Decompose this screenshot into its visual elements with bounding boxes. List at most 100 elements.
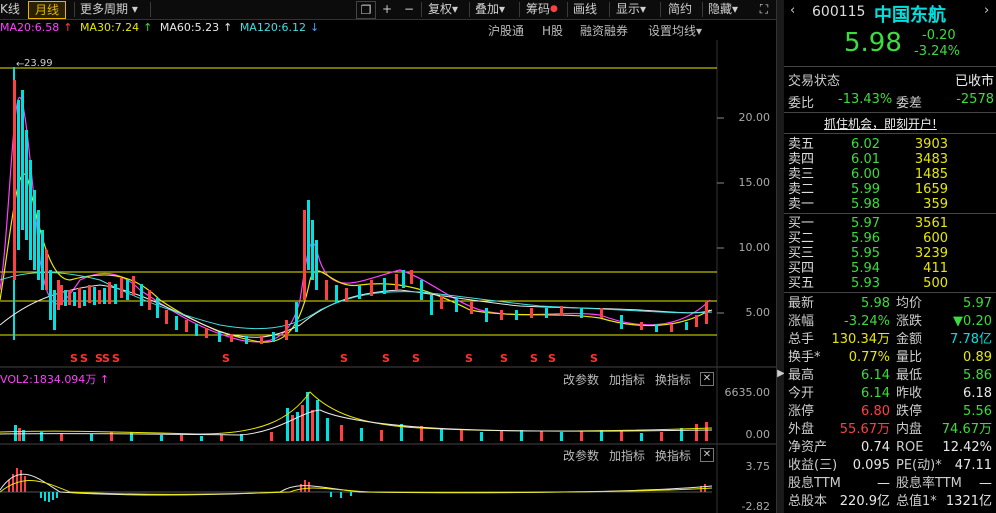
stat-label: 总值1* [896, 494, 937, 509]
zoom-out-icon[interactable]: − [400, 0, 418, 19]
stat-row: 净资产 0.74 ROE 12.42% [788, 439, 994, 457]
copy-icon[interactable]: ❐ [356, 1, 376, 19]
volume-axis-min: 0.00 [745, 428, 771, 441]
stat-row: 涨停 6.80 跌停 5.56 [788, 403, 994, 421]
chevron-down-icon: ▾ [452, 2, 459, 16]
svg-text:S: S [548, 352, 556, 365]
volume-label: VOL2:1834.094万 ↑ [0, 373, 110, 386]
stat-row: 今开 6.14 昨收 6.18 [788, 385, 994, 403]
order-book-row: 买四 5.94 411 [788, 261, 948, 276]
fullscreen-icon[interactable]: ⛶ [754, 0, 774, 19]
svg-text:S: S [412, 352, 420, 365]
stat-label: 涨停 [788, 404, 815, 419]
stock-code: 600115 [812, 4, 866, 20]
tab-month[interactable]: 月线 [28, 1, 67, 19]
stat-label: 最新 [788, 296, 815, 311]
toolbar-divider [74, 2, 75, 17]
stat-value: 220.9亿 [839, 494, 890, 509]
link-margin[interactable]: 融资融券 [580, 22, 628, 39]
volume-bars [0, 391, 713, 441]
open-account-promo[interactable]: 抓住机会，即刻开户! [824, 115, 937, 132]
order-book-row: 买五 5.93 500 [788, 276, 948, 291]
chevron-down-icon: ▾ [640, 2, 647, 16]
stat-value: 0.74 [861, 440, 890, 455]
stat-row: 收益(三) 0.095 PE(动)* 47.11 [788, 457, 994, 475]
svg-text:S: S [80, 352, 88, 365]
fuquan-dropdown[interactable]: 复权▾ [428, 0, 458, 19]
divider [784, 213, 996, 214]
jianyue-button[interactable]: 简约 [668, 0, 692, 19]
toolbar-divider [469, 2, 470, 17]
yincang-dropdown[interactable]: 隐藏▾ [708, 0, 738, 19]
stat-row: 换手* 0.77% 量比 0.89 [788, 349, 994, 367]
divider [784, 66, 996, 67]
stat-label: 内盘 [896, 422, 923, 437]
svg-text:S: S [382, 352, 390, 365]
ma120-value: MA120:6.12 [239, 21, 307, 34]
price-axis-5: 5.00 [745, 306, 771, 319]
current-price: 5.98 [844, 28, 902, 58]
order-book-row: 买二 5.96 600 [788, 231, 948, 246]
chevron-down-icon: ▾ [696, 24, 703, 38]
stat-value: — [877, 476, 890, 491]
ma30-value: MA30:7.24 [79, 21, 140, 34]
svg-text:S: S [222, 352, 230, 365]
stat-label: 换手* [788, 350, 821, 365]
more-period-dropdown[interactable]: 更多周期 ▾ [80, 0, 138, 19]
zoom-in-icon[interactable]: + [378, 0, 396, 19]
macd-axis-max: 3.75 [745, 460, 771, 473]
order-book-row: 卖一 5.98 359 [788, 197, 948, 212]
close-icon[interactable]: ✕ [700, 372, 714, 386]
diejia-dropdown[interactable]: 叠加▾ [475, 0, 505, 19]
stat-value: 6.18 [963, 386, 992, 401]
link-hgt[interactable]: 沪股通 [488, 22, 524, 39]
stock-name: 中国东航 [874, 5, 946, 26]
kline-chart[interactable]: ← SSSSSSSSSSSSSS [0, 40, 776, 513]
stat-value: -3.24% [844, 314, 890, 329]
stat-value: — [979, 476, 992, 491]
order-book-row: 卖五 6.02 3903 [788, 137, 948, 152]
link-hshare[interactable]: H股 [542, 22, 563, 39]
tab-kline[interactable]: K线 [0, 0, 20, 19]
svg-text:S: S [340, 352, 348, 365]
huaxian-button[interactable]: 画线 [573, 0, 597, 19]
event-markers[interactable]: SSSSSSSSSSSSSS [70, 352, 598, 365]
stat-label: 收益(三) [788, 458, 838, 473]
toolbar-divider [609, 2, 610, 17]
macd-change-params-button[interactable]: 改参数 [563, 447, 599, 464]
vol-swap-indicator-button[interactable]: 换指标 [655, 371, 691, 388]
stat-value: ▼0.20 [953, 314, 992, 329]
stat-value: 5.98 [861, 296, 890, 311]
ma20-value: MA20:6.58 [0, 21, 60, 34]
forward-arrow-icon[interactable]: › [984, 3, 989, 18]
stat-row: 总股本 220.9亿 总值1* 1321亿 [788, 493, 994, 511]
svg-text:S: S [590, 352, 598, 365]
vol-add-indicator-button[interactable]: 加指标 [609, 371, 645, 388]
toolbar-divider [567, 2, 568, 17]
stat-label: 最高 [788, 368, 815, 383]
close-icon[interactable]: ✕ [700, 448, 714, 462]
stat-label: 今开 [788, 386, 815, 401]
svg-text:S: S [500, 352, 508, 365]
stat-row: 股息TTM — 股息率TTM — [788, 475, 994, 493]
toolbar-divider [702, 2, 703, 17]
macd-add-indicator-button[interactable]: 加指标 [609, 447, 645, 464]
divider [784, 112, 996, 113]
stat-row: 涨幅 -3.24% 涨跌 ▼0.20 [788, 313, 994, 331]
vol-change-params-button[interactable]: 改参数 [563, 371, 599, 388]
toolbar-divider [150, 2, 151, 17]
svg-text:S: S [465, 352, 473, 365]
stat-value: 47.11 [954, 458, 992, 473]
chouma-button[interactable]: 筹码● [526, 0, 558, 19]
stat-row: 总手 130.34万 金额 7.78亿 [788, 331, 994, 349]
arrow-down-icon: ↓ [310, 21, 320, 34]
macd-swap-indicator-button[interactable]: 换指标 [655, 447, 691, 464]
xianshi-dropdown[interactable]: 显示▾ [616, 0, 646, 19]
stat-label: 净资产 [788, 440, 828, 455]
price-axis-10: 10.00 [738, 241, 771, 254]
candle-strip-cyan [64, 270, 688, 344]
back-arrow-icon[interactable]: ‹ [790, 3, 795, 18]
stat-value: 6.14 [861, 368, 890, 383]
stat-label: 股息TTM [788, 476, 841, 491]
set-ma-dropdown[interactable]: 设置均线▾ [648, 22, 702, 39]
